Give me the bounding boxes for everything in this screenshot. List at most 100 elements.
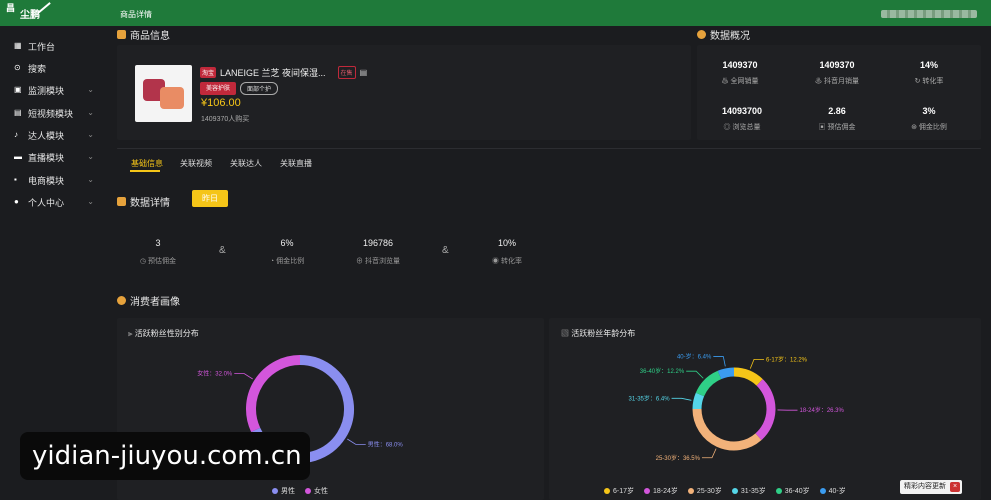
donut-slice-2[interactable] — [692, 408, 762, 451]
metric-value: 10% — [497, 238, 516, 248]
product-name-row: 淘宝 LANEIGE 兰芝 夜间保湿... 在售 ▤ — [200, 66, 367, 79]
update-badge-label: 精彩内容更新 — [904, 483, 946, 490]
chart-icon: ▧ — [561, 329, 572, 338]
stat-label: ♨ 全网销量 — [721, 78, 759, 85]
stat-value: 2.86 — [828, 106, 846, 116]
monitor-icon: ▣ — [14, 85, 22, 94]
product-name[interactable]: LANEIGE 兰芝 夜间保湿... — [220, 66, 326, 79]
sidebar-item-ecommerce[interactable]: ▪ 电商模块 ⌄ — [14, 173, 98, 187]
stat-value: 14093700 — [721, 106, 763, 116]
age-donut-chart: 6-17岁：12.2% 18-24岁：26.3% 25-30岁：36.5% 31-35… — [629, 353, 845, 462]
stat-label: ◎ 浏览总量 — [723, 124, 761, 131]
content-update-badge[interactable]: 精彩内容更新 × — [900, 480, 962, 494]
label-leader-2 — [701, 448, 717, 459]
person-icon: ♪ — [14, 130, 18, 139]
label-leader-1 — [234, 373, 253, 380]
logo-mark — [37, 2, 51, 14]
slice-label-5: 40-岁：6.4% — [677, 353, 712, 361]
label-leader-3 — [671, 397, 692, 401]
legend-item-male[interactable]: 男性 — [272, 486, 295, 496]
sidebar-item-label: 监测模块 — [28, 85, 65, 96]
product-info-title: 商品信息 — [117, 27, 170, 42]
legend-item-female[interactable]: 女性 — [305, 486, 328, 496]
legend-dot — [604, 488, 610, 495]
metric-value: 196786 — [362, 238, 394, 248]
tabs-divider — [117, 148, 981, 149]
sidebar-item-monitor[interactable]: ▣ 监测模块 ⌄ — [14, 83, 98, 97]
donut-slice-3[interactable] — [692, 392, 705, 410]
sidebar-item-live[interactable]: ▬ 直播模块 ⌄ — [14, 150, 98, 164]
legend-item-18-24[interactable]: 18-24岁 — [644, 486, 678, 496]
slice-label-3: 31-35岁：6.4% — [629, 394, 671, 402]
chevron-down-icon: ⌄ — [87, 130, 94, 139]
donut-slice-1[interactable] — [755, 379, 776, 441]
stat-est-commission: 2.86 ▣ 预估佣金 — [797, 106, 877, 132]
product-image-jar-orange — [160, 87, 184, 109]
consumer-profile-title: 消费者画像 — [117, 293, 180, 308]
gender-legend: 男性 女性 — [272, 486, 328, 496]
label-leader-0 — [749, 358, 765, 369]
donut-slice-5[interactable] — [717, 367, 735, 380]
stat-commission-rate: 3% ⊛ 佣金比例 — [889, 106, 969, 132]
tab-related-influencers[interactable]: 关联达人 — [230, 158, 262, 169]
label-leader-5 — [713, 356, 726, 367]
sidebar-item-personal[interactable]: ● 个人中心 ⌄ — [14, 195, 98, 209]
copy-icon[interactable]: ▤ — [360, 68, 368, 77]
chevron-down-icon: ⌄ — [87, 152, 94, 161]
legend-item-31-35[interactable]: 31-35岁 — [731, 486, 766, 496]
stat-label: ⊛ 佣金比例 — [911, 124, 947, 131]
search-icon: ⊙ — [14, 63, 21, 72]
slice-label-1: 18-24岁：26.3% — [799, 406, 844, 414]
sidebar-item-label: 电商模块 — [28, 175, 65, 186]
sidebar-item-influencer[interactable]: ♪ 达人模块 ⌄ — [14, 128, 98, 142]
legend-item-40[interactable]: 40-岁 — [819, 486, 846, 496]
donut-slice-1[interactable] — [246, 355, 301, 432]
user-account[interactable] — [881, 10, 977, 18]
sidebar-item-label: 达人模块 — [28, 130, 65, 141]
chevron-down-icon: ⌄ — [87, 108, 94, 117]
data-detail-title: 数据详情 — [117, 194, 170, 209]
sidebar-item-workbench[interactable]: ▦ 工作台 — [14, 39, 98, 53]
metric-commission-rate: 6% ◔ 佣金比例 — [237, 238, 337, 266]
percent-icon: ⊛ — [911, 124, 919, 131]
tab-basic-info[interactable]: 基础信息 — [131, 158, 163, 169]
chart-icon — [697, 30, 706, 39]
slice-label-4: 36-40岁：12.2% — [640, 367, 685, 375]
separator-amp: & — [219, 245, 226, 256]
grid-icon: ▦ — [14, 41, 22, 50]
legend-item-6-17[interactable]: 6-17岁 — [604, 486, 634, 496]
product-price: ¥106.00 — [201, 97, 241, 109]
logo-text-1: 昌 — [6, 3, 16, 13]
breadcrumb: 商品详情 — [120, 10, 152, 19]
user-icon: ● — [14, 197, 19, 206]
donut-slice-0[interactable] — [733, 367, 763, 386]
legend-dot — [731, 488, 738, 495]
sidebar-item-search[interactable]: ⊙ 搜索 — [14, 61, 98, 75]
status-badge: 在售 — [337, 66, 356, 79]
tab-related-live[interactable]: 关联直播 — [280, 158, 312, 169]
sidebar-item-label: 搜索 — [28, 63, 47, 74]
logo[interactable]: 昌 尘鹏 — [6, 2, 56, 23]
stat-value: 1409370 — [722, 60, 758, 70]
age-legend: 6-17岁 18-24岁 25-30岁 31-35岁 36-40岁 40-岁 — [604, 486, 846, 496]
metric-label: ◷ 预估佣金 — [139, 258, 177, 265]
legend-dot — [644, 488, 651, 495]
close-icon[interactable]: × — [950, 482, 960, 492]
slice-label-0: 男性：68.0% — [368, 440, 404, 448]
yesterday-button[interactable]: 昨日 — [192, 190, 228, 207]
legend-dot — [819, 488, 826, 495]
legend-item-25-30[interactable]: 25-30岁 — [687, 486, 722, 496]
sidebar-item-short-video[interactable]: ▤ 短视频模块 ⌄ — [14, 106, 98, 120]
tab-related-videos[interactable]: 关联视频 — [180, 158, 212, 169]
sidebar-item-label: 个人中心 — [28, 197, 65, 208]
live-icon: ▬ — [14, 152, 22, 161]
product-image[interactable] — [135, 65, 192, 122]
profile-icon — [117, 296, 126, 305]
slice-label-1: 女性：32.0% — [197, 370, 233, 378]
platform-tag: 淘宝 — [200, 67, 217, 78]
legend-item-36-40[interactable]: 36-40岁 — [775, 486, 810, 496]
stat-value: 14% — [919, 60, 938, 70]
slice-label-0: 6-17岁：12.2% — [766, 355, 808, 363]
view-icon: ⊕ — [356, 258, 365, 265]
shop-icon: ▪ — [14, 175, 17, 184]
